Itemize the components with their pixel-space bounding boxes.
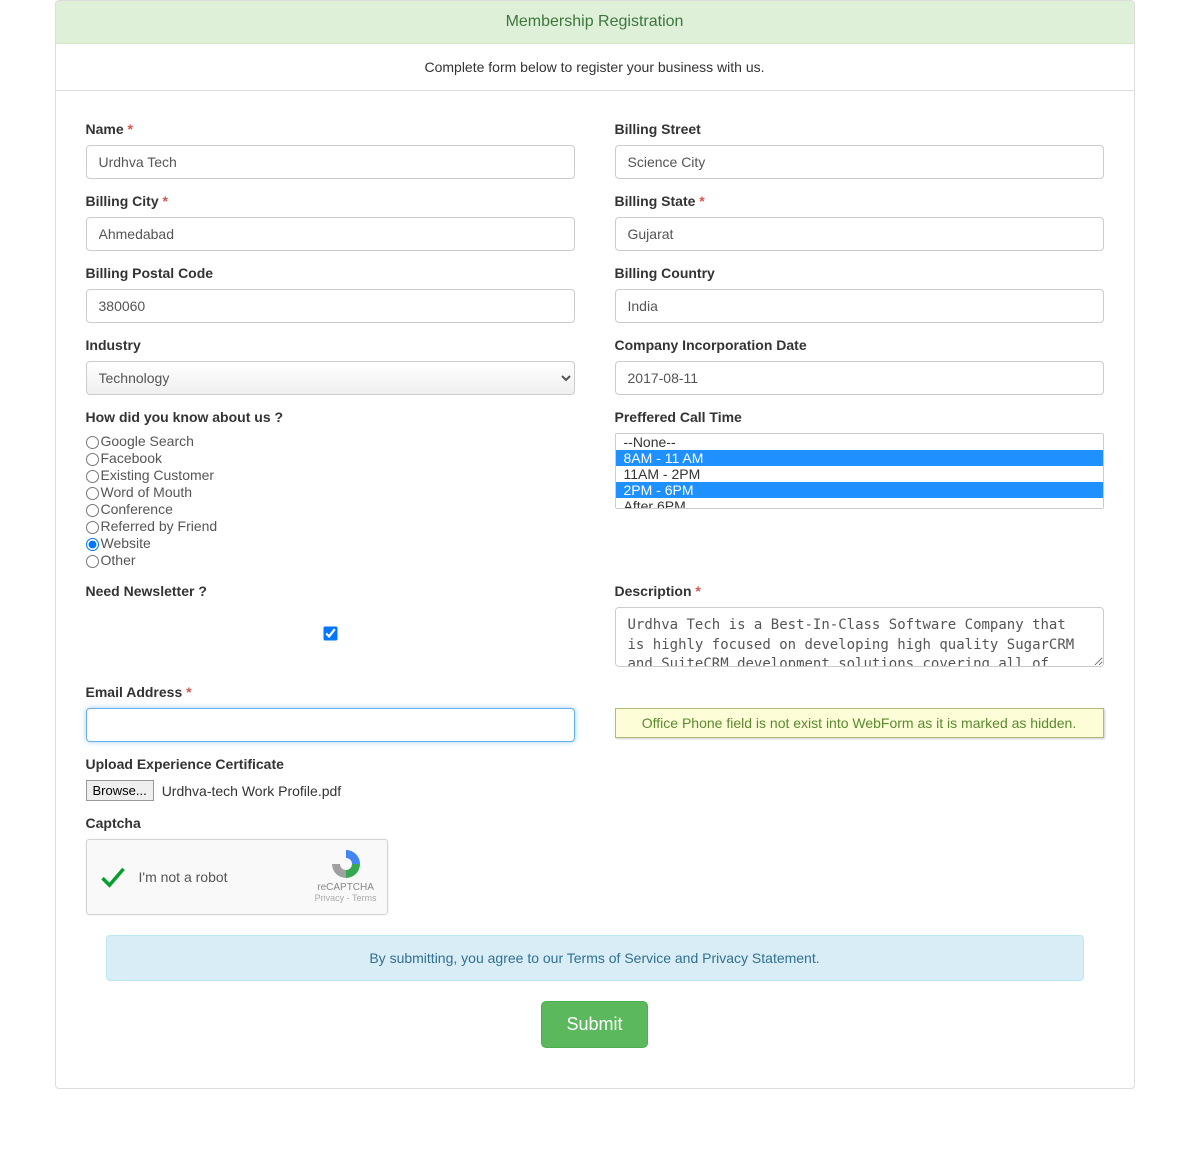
how-know-option[interactable]: Facebook bbox=[86, 450, 575, 466]
name-input[interactable] bbox=[86, 145, 575, 179]
how-know-option[interactable]: Other bbox=[86, 552, 575, 568]
billing-street-label: Billing Street bbox=[615, 121, 1104, 137]
radio-input[interactable] bbox=[86, 538, 99, 551]
call-time-option[interactable]: After 6PM bbox=[616, 498, 1103, 509]
browse-button[interactable]: Browse... bbox=[86, 780, 154, 801]
call-time-multiselect[interactable]: --None--8AM - 11 AM11AM - 2PM2PM - 6PMAf… bbox=[615, 433, 1104, 509]
name-label: Name * bbox=[86, 121, 575, 137]
call-time-label: Preffered Call Time bbox=[615, 409, 1104, 425]
how-know-radio-group: Google SearchFacebookExisting CustomerWo… bbox=[86, 433, 575, 568]
billing-street-input[interactable] bbox=[615, 145, 1104, 179]
radio-input[interactable] bbox=[86, 487, 99, 500]
billing-country-label: Billing Country bbox=[615, 265, 1104, 281]
radio-input[interactable] bbox=[86, 436, 99, 449]
radio-input[interactable] bbox=[86, 470, 99, 483]
email-label: Email Address * bbox=[86, 684, 575, 700]
panel-header: Membership Registration bbox=[56, 1, 1134, 44]
incorp-date-label: Company Incorporation Date bbox=[615, 337, 1104, 353]
uploaded-filename: Urdhva-tech Work Profile.pdf bbox=[162, 783, 341, 799]
industry-label: Industry bbox=[86, 337, 575, 353]
radio-input[interactable] bbox=[86, 504, 99, 517]
recaptcha-logo-icon bbox=[330, 848, 362, 880]
billing-postal-input[interactable] bbox=[86, 289, 575, 323]
recaptcha-text: I'm not a robot bbox=[139, 869, 228, 885]
how-know-option[interactable]: Word of Mouth bbox=[86, 484, 575, 500]
call-time-option[interactable]: 2PM - 6PM bbox=[616, 482, 1103, 498]
checkmark-icon bbox=[99, 863, 127, 891]
email-input[interactable] bbox=[86, 708, 575, 742]
radio-input[interactable] bbox=[86, 521, 99, 534]
captcha-label: Captcha bbox=[86, 815, 575, 831]
how-know-option[interactable]: Referred by Friend bbox=[86, 518, 575, 534]
description-label: Description * bbox=[615, 583, 1104, 599]
billing-postal-label: Billing Postal Code bbox=[86, 265, 575, 281]
call-time-option[interactable]: 11AM - 2PM bbox=[616, 466, 1103, 482]
how-know-option[interactable]: Conference bbox=[86, 501, 575, 517]
description-textarea[interactable] bbox=[615, 607, 1104, 667]
how-know-label: How did you know about us ? bbox=[86, 409, 575, 425]
billing-state-label: Billing State * bbox=[615, 193, 1104, 209]
radio-input[interactable] bbox=[86, 453, 99, 466]
how-know-option[interactable]: Google Search bbox=[86, 433, 575, 449]
billing-city-label: Billing City * bbox=[86, 193, 575, 209]
agreement-notice: By submitting, you agree to our Terms of… bbox=[106, 935, 1084, 981]
submit-button[interactable]: Submit bbox=[541, 1001, 647, 1048]
call-time-option[interactable]: 8AM - 11 AM bbox=[616, 450, 1103, 466]
radio-input[interactable] bbox=[86, 555, 99, 568]
industry-select[interactable]: Technology bbox=[86, 361, 575, 395]
registration-panel: Membership Registration Complete form be… bbox=[55, 0, 1135, 1089]
billing-country-input[interactable] bbox=[615, 289, 1104, 323]
recaptcha-widget[interactable]: I'm not a robot reCAPTCHA Privacy - Term… bbox=[86, 839, 388, 915]
how-know-option[interactable]: Website bbox=[86, 535, 575, 551]
incorp-date-input[interactable] bbox=[615, 361, 1104, 395]
call-time-option[interactable]: --None-- bbox=[616, 434, 1103, 450]
how-know-option[interactable]: Existing Customer bbox=[86, 467, 575, 483]
recaptcha-badge: reCAPTCHA Privacy - Terms bbox=[315, 848, 377, 903]
billing-state-input[interactable] bbox=[615, 217, 1104, 251]
upload-label: Upload Experience Certificate bbox=[86, 756, 575, 772]
billing-city-input[interactable] bbox=[86, 217, 575, 251]
hidden-field-notice: Office Phone field is not exist into Web… bbox=[615, 708, 1104, 738]
newsletter-checkbox[interactable] bbox=[323, 626, 337, 640]
form-body: Name * Billing Street Billing City * Bil… bbox=[56, 91, 1134, 1088]
panel-subheader: Complete form below to register your bus… bbox=[56, 44, 1134, 91]
newsletter-label: Need Newsletter ? bbox=[86, 583, 575, 599]
